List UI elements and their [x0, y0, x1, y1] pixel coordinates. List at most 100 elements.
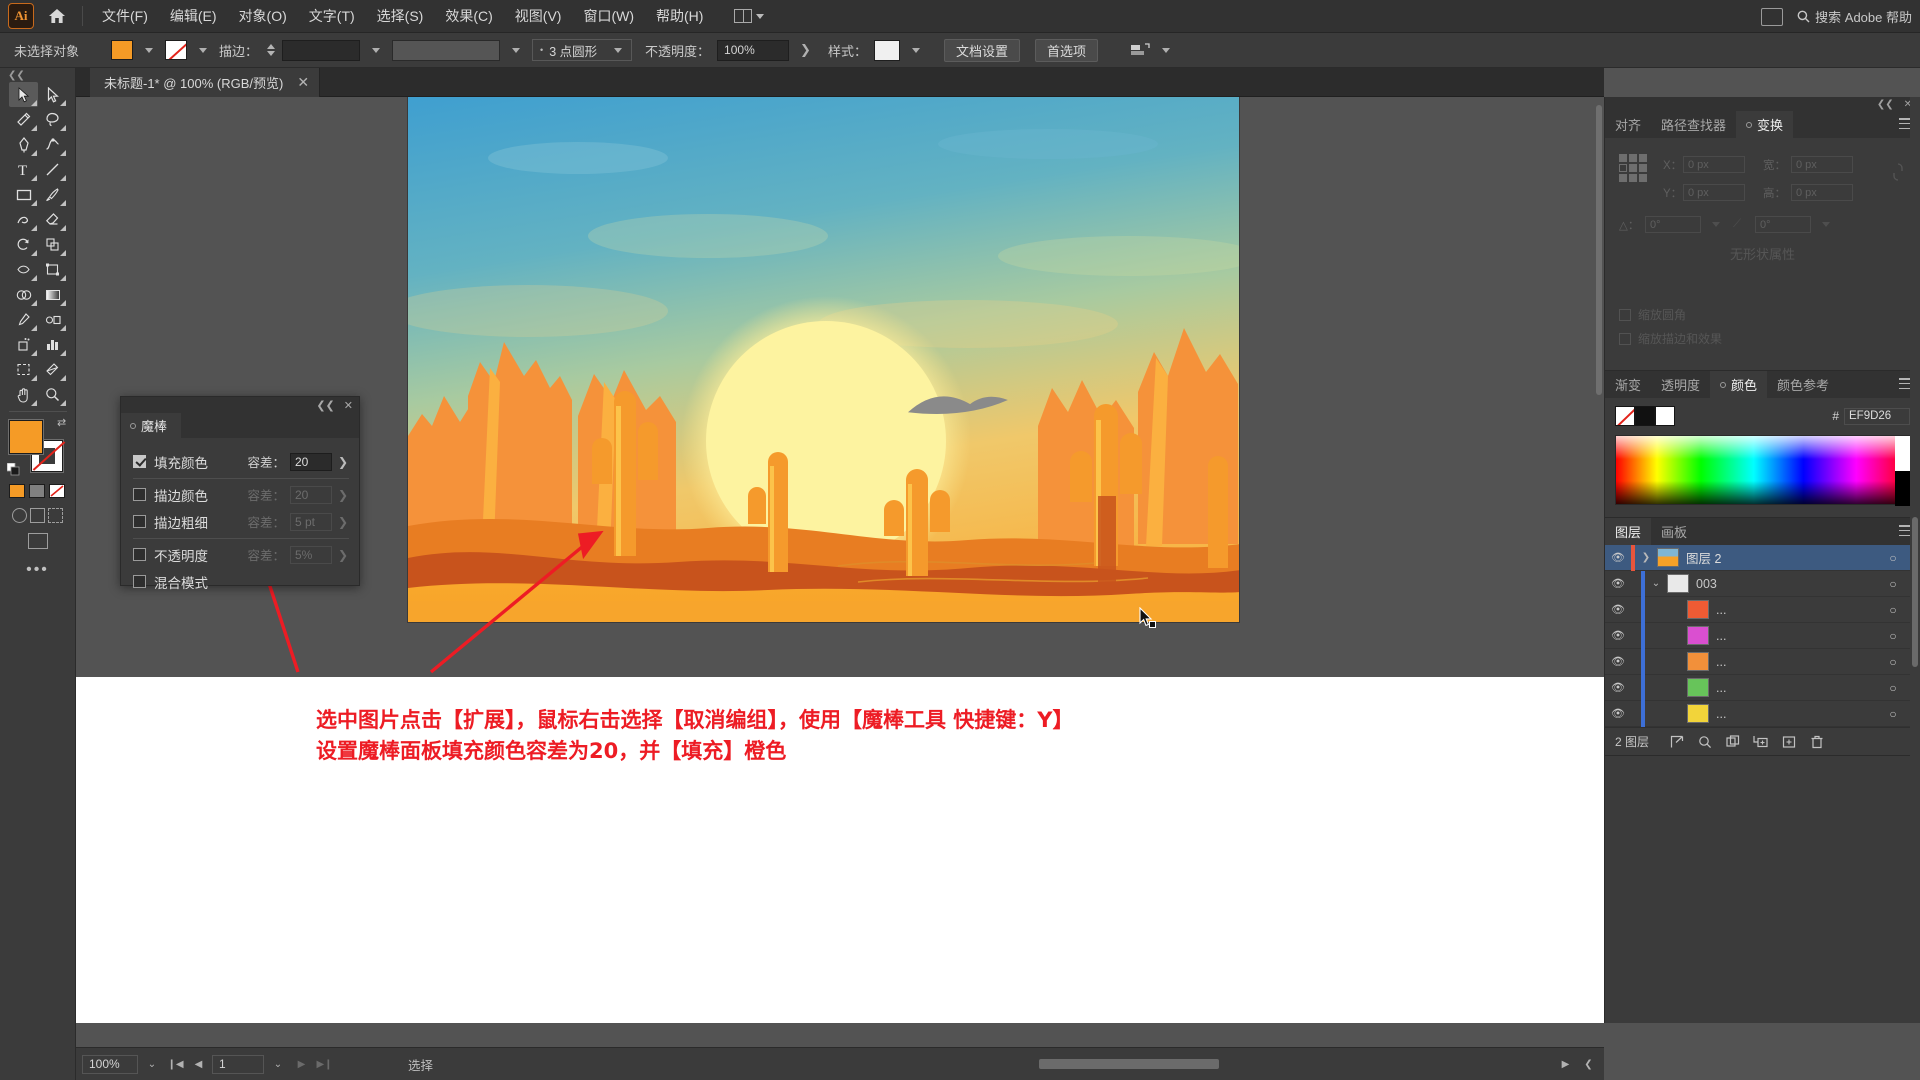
type-tool[interactable]: T	[9, 157, 38, 182]
none-swatch-button[interactable]	[49, 484, 65, 498]
visibility-icon[interactable]: 👁	[1605, 655, 1631, 668]
magic-wand-row-fill-color[interactable]: 填充颜色 容差： 20 ❯	[133, 448, 349, 475]
line-segment-tool[interactable]	[38, 157, 67, 182]
tab-artboards[interactable]: 画板	[1651, 518, 1697, 545]
visibility-icon[interactable]: 👁	[1605, 629, 1631, 642]
graphic-style-swatch[interactable]	[873, 39, 900, 61]
color-swatch-button[interactable]	[9, 484, 25, 498]
rotate-tool[interactable]	[9, 232, 38, 257]
table-row[interactable]: 👁 ⌄ 003 ○	[1605, 570, 1920, 597]
target-icon[interactable]: ○	[1878, 707, 1908, 721]
free-transform-tool[interactable]	[38, 257, 67, 282]
target-icon[interactable]: ○	[1878, 551, 1908, 565]
lasso-tool[interactable]	[38, 107, 67, 132]
horizontal-scrollbar[interactable]	[449, 1059, 1540, 1069]
reference-point-selector[interactable]	[1619, 154, 1647, 182]
draw-normal-icon[interactable]	[12, 508, 27, 523]
none-color-swatch[interactable]	[1615, 406, 1635, 426]
document-setup-button[interactable]: 文档设置	[943, 38, 1020, 62]
opacity-flyout-icon[interactable]: ❯	[796, 42, 815, 58]
magic-wand-row-stroke-weight[interactable]: 描边粗细 容差： 5 pt ❯	[133, 508, 349, 535]
visibility-icon[interactable]: 👁	[1605, 707, 1631, 720]
constrain-proportions-icon[interactable]	[1892, 162, 1904, 186]
hex-input[interactable]: EF9D26	[1844, 407, 1910, 425]
target-icon[interactable]: ○	[1878, 629, 1908, 643]
layer-name[interactable]: 003	[1696, 577, 1878, 591]
status-flyout-icon[interactable]: ▶	[1556, 1055, 1575, 1074]
opacity-input[interactable]: 100%	[717, 39, 790, 61]
create-sublayer-icon[interactable]	[1749, 732, 1773, 752]
table-row[interactable]: 👁 ... ○	[1605, 622, 1920, 649]
close-icon[interactable]: ✕	[344, 399, 353, 412]
tab-color-guide[interactable]: 颜色参考	[1767, 371, 1839, 398]
visibility-icon[interactable]: 👁	[1605, 577, 1631, 590]
layer-name[interactable]: ...	[1716, 629, 1878, 643]
table-row[interactable]: 👁 ... ○	[1605, 648, 1920, 675]
locate-object-icon[interactable]	[1665, 732, 1689, 752]
paintbrush-tool[interactable]	[38, 182, 67, 207]
fill-swatch[interactable]	[111, 40, 134, 60]
canvas-vertical-scrollbar[interactable]	[1594, 97, 1604, 1023]
preferences-button[interactable]: 首选项	[1034, 38, 1098, 62]
workspace-switcher-icon[interactable]	[1761, 7, 1784, 26]
artboard-artwork[interactable]	[407, 97, 1240, 623]
opacity-checkbox[interactable]	[133, 548, 146, 561]
tab-color[interactable]: 颜色	[1710, 371, 1768, 398]
table-row[interactable]: 👁 ❯ 图层 2 ○	[1605, 544, 1920, 571]
menu-window[interactable]: 窗口(W)	[572, 1, 645, 31]
chevron-right-icon[interactable]: ❯	[1635, 552, 1657, 563]
menu-edit[interactable]: 编辑(E)	[159, 1, 228, 31]
stroke-weight-chevron-down-icon[interactable]	[372, 47, 381, 53]
fill-chevron-down-icon[interactable]	[145, 47, 154, 53]
magic-wand-row-opacity[interactable]: 不透明度 容差： 5% ❯	[133, 541, 349, 568]
scale-tool[interactable]	[38, 232, 67, 257]
target-icon[interactable]: ○	[1878, 603, 1908, 617]
swap-fill-stroke-icon[interactable]: ⇄	[57, 416, 69, 429]
gradient-swatch-button[interactable]	[29, 484, 45, 498]
style-chevron-down-icon[interactable]	[911, 47, 920, 53]
eyedropper-tool[interactable]	[9, 307, 38, 332]
layer-name[interactable]: ...	[1716, 707, 1878, 721]
previous-artboard-icon[interactable]: ◀	[189, 1055, 208, 1074]
curvature-tool[interactable]	[38, 132, 67, 157]
menu-effect[interactable]: 效果(C)	[434, 1, 503, 31]
chevron-down-icon[interactable]: ⌄	[1645, 578, 1667, 589]
scale-corners-checkbox[interactable]: 缩放圆角	[1619, 306, 1686, 323]
magic-wand-row-blending-mode[interactable]: 混合模式	[133, 568, 349, 595]
fill-color-checkbox[interactable]	[133, 455, 146, 468]
table-row[interactable]: 👁 ... ○	[1605, 596, 1920, 623]
transform-x[interactable]: 0 px	[1683, 156, 1745, 173]
eraser-tool[interactable]	[38, 207, 67, 232]
zoom-level-input[interactable]: 100%	[82, 1054, 138, 1074]
target-icon[interactable]: ○	[1878, 681, 1908, 695]
layer-name[interactable]: 图层 2	[1686, 548, 1878, 567]
tab-pathfinder[interactable]: 路径查找器	[1651, 111, 1736, 138]
pen-tool[interactable]	[9, 132, 38, 157]
blend-tool[interactable]	[38, 307, 67, 332]
selection-tool[interactable]	[9, 82, 38, 107]
artboard-tool[interactable]	[9, 357, 38, 382]
shaper-tool[interactable]	[9, 207, 38, 232]
white-color-swatch[interactable]	[1655, 406, 1675, 426]
target-icon[interactable]: ○	[1878, 655, 1908, 669]
menu-object[interactable]: 对象(O)	[228, 1, 298, 31]
menu-file[interactable]: 文件(F)	[91, 1, 159, 31]
brush-definition-combo[interactable]: • 3 点圆形	[532, 39, 633, 61]
blending-mode-checkbox[interactable]	[133, 575, 146, 588]
color-spectrum-ramp[interactable]	[1615, 435, 1910, 506]
black-color-swatch[interactable]	[1635, 406, 1655, 426]
layer-name[interactable]: ...	[1716, 655, 1878, 669]
toolbar-fill-swatch[interactable]	[9, 420, 43, 454]
shape-builder-tool[interactable]	[9, 282, 38, 307]
first-artboard-icon[interactable]: ❙◀	[166, 1055, 185, 1074]
stroke-color-checkbox[interactable]	[133, 488, 146, 501]
last-artboard-icon[interactable]: ▶❙	[315, 1055, 334, 1074]
stroke-weight-input[interactable]	[282, 39, 361, 61]
slice-tool[interactable]	[38, 357, 67, 382]
stroke-weight-checkbox[interactable]	[133, 515, 146, 528]
fill-color-tolerance-input[interactable]: 20	[290, 452, 332, 471]
align-chevron-down-icon[interactable]	[1162, 47, 1170, 53]
menu-help[interactable]: 帮助(H)	[645, 1, 714, 31]
tab-transparency[interactable]: 透明度	[1651, 371, 1710, 398]
tab-gradient[interactable]: 渐变	[1605, 371, 1651, 398]
